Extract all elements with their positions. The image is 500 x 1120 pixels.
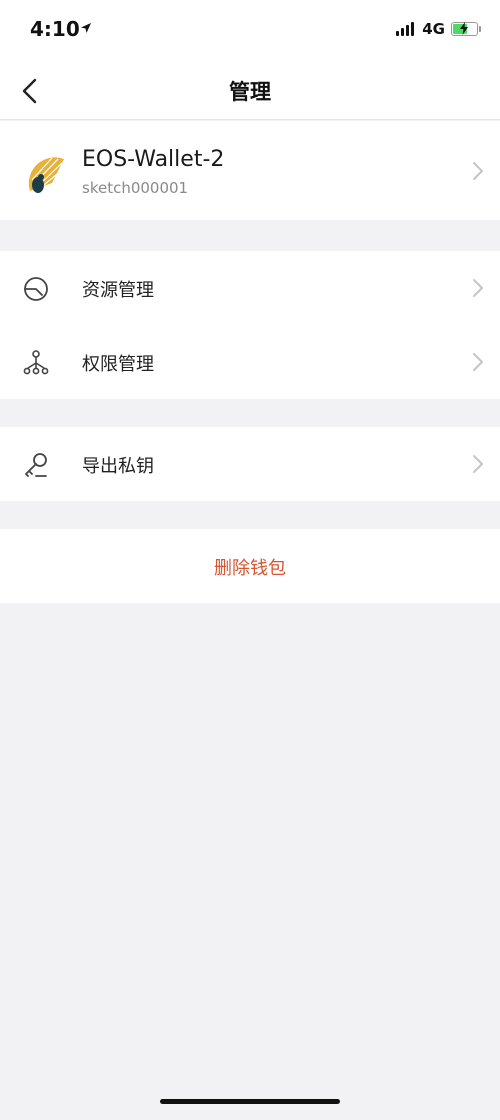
chevron-right-icon [473, 279, 483, 297]
settings-group-security: 导出私钥 [0, 427, 500, 501]
settings-group-resources: 资源管理 权限管理 [0, 251, 500, 399]
nav-bar: 管理 [0, 62, 500, 120]
page-title: 管理 [229, 80, 271, 104]
menu-item-export-private-key[interactable]: 导出私钥 [0, 427, 500, 501]
hierarchy-icon [23, 350, 49, 375]
network-type: 4G [422, 20, 445, 38]
location-arrow-icon [81, 23, 91, 33]
chevron-right-icon [473, 353, 483, 371]
chevron-right-icon [473, 455, 483, 473]
permission-management-label: 权限管理 [82, 354, 154, 375]
gauge-icon [24, 277, 48, 301]
menu-item-resource-management[interactable]: 资源管理 [0, 251, 500, 325]
wallet-avatar [22, 149, 70, 197]
status-bar: 4:10 4G [0, 0, 500, 62]
key-icon [25, 453, 47, 477]
resource-management-label: 资源管理 [82, 280, 154, 301]
export-private-key-label: 导出私钥 [82, 456, 154, 477]
status-time: 4:10 [30, 17, 80, 41]
status-indicators: 4G [396, 20, 481, 38]
delete-wallet-label: 删除钱包 [214, 558, 286, 579]
peacock-logo-icon [22, 149, 70, 197]
wallet-card[interactable]: EOS-Wallet-2 sketch000001 [0, 121, 500, 220]
home-indicator [160, 1099, 340, 1104]
battery-icon [451, 22, 481, 36]
wallet-name: EOS-Wallet-2 [82, 147, 225, 172]
wallet-account: sketch000001 [82, 179, 189, 197]
chevron-right-icon [473, 162, 483, 180]
delete-wallet-button[interactable]: 删除钱包 [0, 529, 500, 603]
menu-item-permission-management[interactable]: 权限管理 [0, 325, 500, 399]
signal-icon [396, 22, 416, 36]
